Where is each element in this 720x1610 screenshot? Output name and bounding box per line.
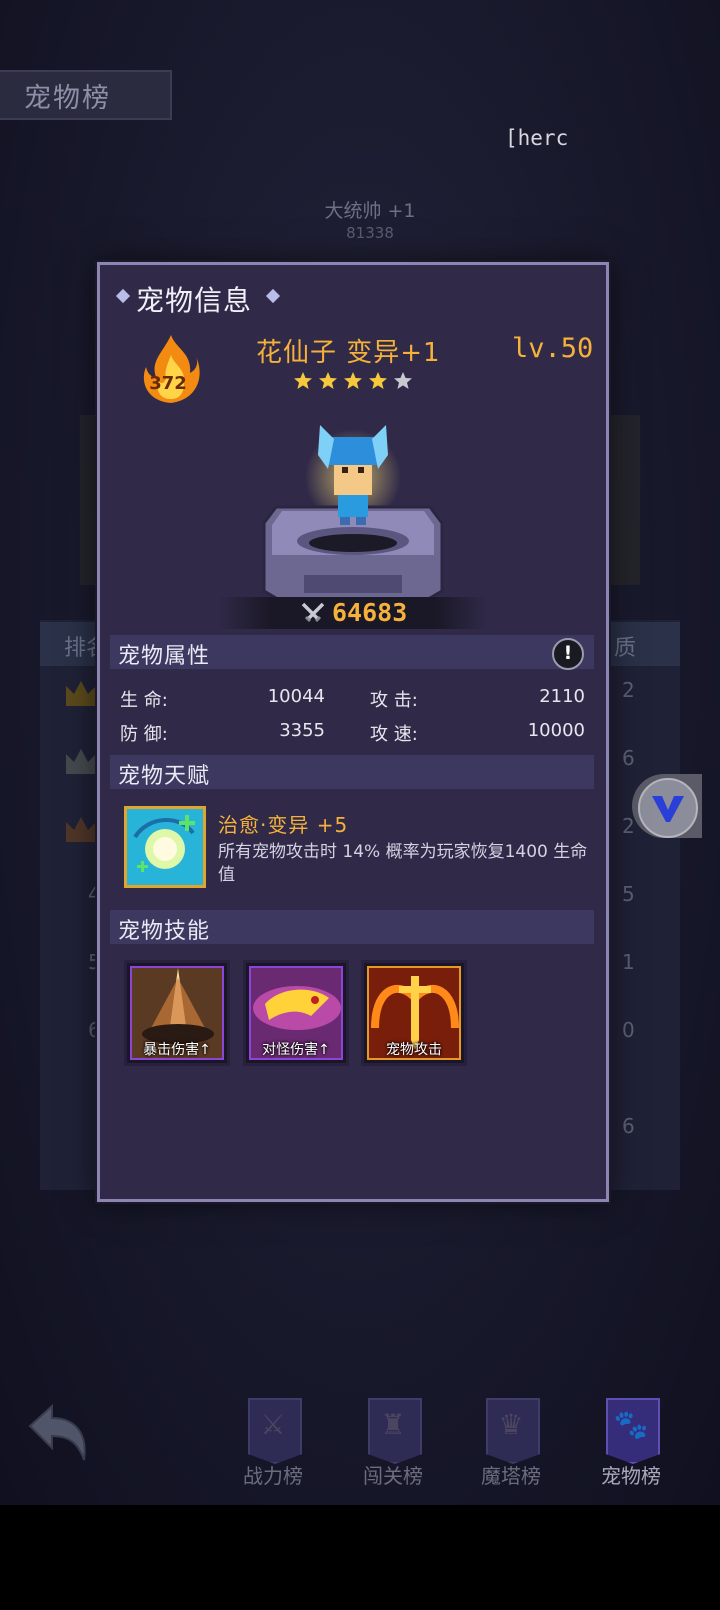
crown-bronze-icon (66, 817, 96, 842)
def-value: 3355 (279, 720, 325, 741)
row-value: 1 (622, 950, 635, 974)
spd-label: 攻 速: (370, 724, 418, 745)
top-player-score: 81338 (346, 224, 394, 242)
paw-icon: 🐾 (613, 1408, 649, 1441)
crossed-swords-icon (301, 602, 325, 623)
talent-section: 宠物天赋 (110, 755, 594, 789)
power-value: 64683 (332, 598, 408, 627)
tab-label: 战力榜 (243, 1464, 303, 1488)
crossed-swords-icon: ⚔ (260, 1408, 286, 1441)
row-value: 2 (622, 678, 635, 702)
power-bar: 64683 (218, 597, 488, 629)
row-value: 0 (622, 1018, 635, 1042)
section-title: 宠物属性 (118, 644, 211, 669)
spd-value: 10000 (527, 720, 585, 741)
trophy-icon: ♛ (498, 1408, 524, 1441)
row-value: 5 (622, 882, 635, 906)
talent-description: 所有宠物攻击时 14% 概率为玩家恢复1400 生命值 (218, 842, 588, 885)
skill-monster-damage[interactable]: 对怪伤害↑ (243, 960, 349, 1066)
header-quality: 质 (614, 636, 637, 661)
tab-tower-rank[interactable]: ♛ 魔塔榜 (456, 1398, 566, 1488)
tab-pet-rank[interactable]: 🐾 宠物榜 (576, 1398, 686, 1488)
skill-label: 宠物攻击 (386, 1042, 442, 1058)
section-title: 宠物技能 (118, 919, 211, 944)
title-ornament-left (115, 288, 131, 304)
def-label: 防 御: (120, 724, 168, 745)
star-filled-icon (294, 372, 312, 389)
title-ornament-right (265, 288, 281, 304)
section-title: 宠物天赋 (118, 764, 211, 789)
talent-name: 治愈·变异 +5 (218, 813, 349, 837)
star-empty-icon (394, 372, 412, 389)
flame-icon (143, 335, 200, 403)
pet-level: lv.50 (512, 333, 594, 364)
star-filled-icon (369, 372, 387, 389)
tab-label: 魔塔榜 (481, 1464, 541, 1488)
hp-value: 10044 (267, 686, 325, 707)
page-title: 宠物榜 (24, 83, 111, 114)
tab-label: 宠物榜 (601, 1464, 661, 1488)
skills-section: 宠物技能 (110, 910, 594, 944)
star-rating (293, 371, 418, 391)
tab-power-rank[interactable]: ⚔ 战力榜 (218, 1398, 328, 1488)
skill-crit-damage[interactable]: 暴击伤害↑ (124, 960, 230, 1066)
skill-pet-attack[interactable]: 宠物攻击 (361, 960, 467, 1066)
talent-heal-icon[interactable] (124, 806, 206, 888)
castle-icon: ♜ (380, 1408, 406, 1441)
atk-label: 攻 击: (370, 690, 418, 711)
crown-gold-icon (66, 681, 96, 706)
floating-assistant-button[interactable] (632, 774, 702, 838)
game-screen: 宠物榜 [herc 大统帅 +1 81338 排名 质 2 6 2 5 1 0 … (0, 0, 720, 1505)
skill-label: 暴击伤害↑ (143, 1042, 211, 1058)
row-value: 2 (622, 814, 635, 838)
top-player-name: 大统帅 +1 (324, 200, 416, 222)
atk-value: 2110 (539, 686, 585, 707)
row-value: 6 (622, 1114, 635, 1138)
pet-sprite (262, 425, 444, 607)
pet-name: 花仙子 变异+1 (256, 338, 441, 368)
star-filled-icon (319, 372, 337, 389)
row-value: 6 (622, 746, 635, 770)
modal-title: 宠物信息 (136, 284, 253, 317)
fire-value: 372 (149, 373, 187, 394)
pet-info-modal: 宠物信息 372 花仙子 变异+1 lv.50 64683 宠物属性 ! 生 命… (97, 262, 609, 1202)
v-logo-icon (652, 796, 684, 822)
skill-label: 对怪伤害↑ (262, 1042, 330, 1058)
hp-label: 生 命: (120, 690, 168, 711)
tab-stage-rank[interactable]: ♜ 闯关榜 (338, 1398, 448, 1488)
hero-tag: [herc (505, 126, 569, 150)
attributes-section: 宠物属性 ! (110, 635, 594, 670)
tab-label: 闯关榜 (363, 1464, 423, 1488)
back-arrow-icon (28, 1403, 86, 1461)
back-button[interactable] (22, 1400, 92, 1470)
info-button[interactable]: ! (552, 638, 584, 670)
crown-silver-icon (66, 749, 96, 774)
star-filled-icon (344, 372, 362, 389)
